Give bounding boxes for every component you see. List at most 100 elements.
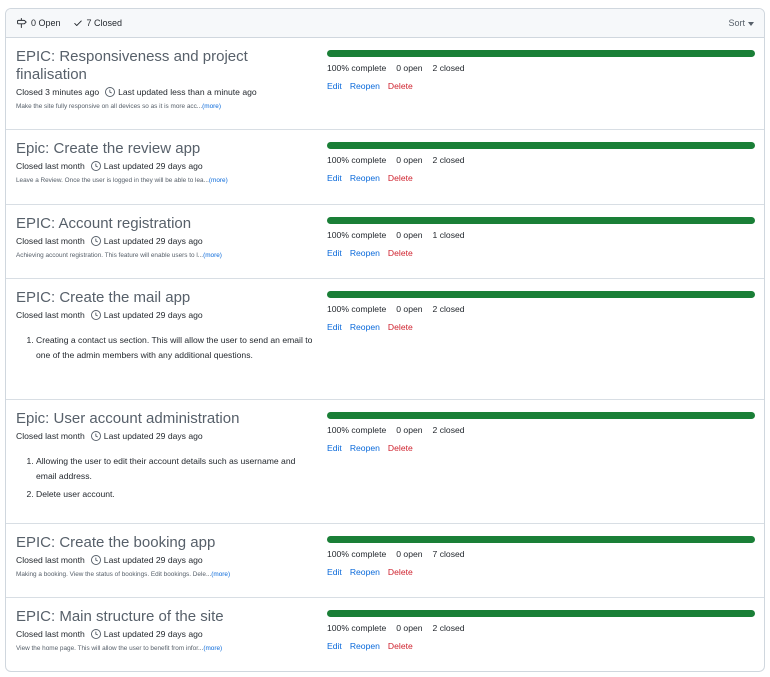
milestone-actions: Edit Reopen Delete	[327, 443, 755, 453]
milestone-meta: Closed last month Last updated 29 days ag…	[16, 310, 316, 320]
milestone-row: Epic: User account administration Closed …	[6, 400, 764, 524]
percent-complete: 100% complete	[327, 63, 387, 73]
last-updated: Last updated 29 days ago	[103, 310, 203, 320]
progress-bar	[327, 142, 755, 149]
edit-link[interactable]: Edit	[327, 173, 342, 183]
progress-bar	[327, 50, 755, 57]
milestone-description: Leave a Review. Once the user is logged …	[16, 177, 316, 184]
milestone-row: EPIC: Main structure of the site Closed l…	[6, 598, 764, 671]
edit-link[interactable]: Edit	[327, 81, 342, 91]
reopen-link[interactable]: Reopen	[350, 173, 380, 183]
edit-link[interactable]: Edit	[327, 443, 342, 453]
description-text: View the home page. This will allow the …	[16, 645, 204, 652]
milestone-meta: Closed last month Last updated 29 days ag…	[16, 236, 316, 246]
delete-link[interactable]: Delete	[388, 173, 413, 183]
milestone-title-link[interactable]: EPIC: Account registration	[16, 215, 316, 233]
edit-link[interactable]: Edit	[327, 248, 342, 258]
milestone-title-link[interactable]: Epic: User account administration	[16, 410, 316, 428]
milestone-title-link[interactable]: EPIC: Create the mail app	[16, 289, 316, 307]
open-filter-link[interactable]: 0 Open	[16, 18, 61, 28]
description-list-item: Delete user account.	[36, 487, 316, 502]
milestones-box: 0 Open 7 Closed Sort EPIC: Responsivenes…	[5, 8, 765, 672]
milestone-actions: Edit Reopen Delete	[327, 248, 755, 258]
milestone-actions: Edit Reopen Delete	[327, 322, 755, 332]
clock-icon	[90, 555, 101, 565]
progress-bar	[327, 412, 755, 419]
open-count: 0 open	[396, 425, 423, 435]
open-count: 0 open	[396, 63, 423, 73]
progress-stats: 100% complete 0 open 7 closed	[327, 549, 755, 559]
milestone-description: Achieving account registration. This fea…	[16, 252, 316, 259]
reopen-link[interactable]: Reopen	[350, 81, 380, 91]
milestone-meta: Closed last month Last updated 29 days ag…	[16, 629, 316, 639]
reopen-link[interactable]: Reopen	[350, 641, 380, 651]
more-link[interactable]: (more)	[202, 103, 221, 110]
closed-time: Closed last month	[16, 236, 85, 246]
milestone-description: Make the site fully responsive on all de…	[16, 103, 316, 110]
closed-count: 2 closed	[432, 425, 465, 435]
last-updated: Last updated 29 days ago	[103, 431, 203, 441]
description-text: Leave a Review. Once the user is logged …	[16, 177, 209, 184]
milestone-description: View the home page. This will allow the …	[16, 645, 316, 652]
delete-link[interactable]: Delete	[388, 248, 413, 258]
closed-filter-link[interactable]: 7 Closed	[73, 18, 123, 28]
clock-icon	[90, 310, 101, 320]
open-count: 0 open	[396, 549, 423, 559]
delete-link[interactable]: Delete	[388, 443, 413, 453]
more-link[interactable]: (more)	[203, 252, 222, 259]
caret-down-icon	[748, 18, 754, 28]
open-filter-label: 0 Open	[31, 18, 61, 28]
percent-complete: 100% complete	[327, 425, 387, 435]
edit-link[interactable]: Edit	[327, 641, 342, 651]
milestone-row: EPIC: Create the booking app Closed last …	[6, 524, 764, 598]
milestone-icon	[16, 18, 27, 28]
open-count: 0 open	[396, 304, 423, 314]
milestone-description-list: Creating a contact us section. This will…	[16, 333, 316, 363]
progress-stats: 100% complete 0 open 2 closed	[327, 425, 755, 435]
percent-complete: 100% complete	[327, 549, 387, 559]
closed-count: 2 closed	[432, 304, 465, 314]
closed-time: Closed last month	[16, 555, 85, 565]
milestones-header: 0 Open 7 Closed Sort	[6, 9, 764, 38]
milestone-actions: Edit Reopen Delete	[327, 81, 755, 91]
last-updated: Last updated 29 days ago	[103, 555, 203, 565]
more-link[interactable]: (more)	[209, 177, 228, 184]
last-updated: Last updated 29 days ago	[103, 629, 203, 639]
delete-link[interactable]: Delete	[388, 322, 413, 332]
progress-stats: 100% complete 0 open 2 closed	[327, 304, 755, 314]
description-list-item: Creating a contact us section. This will…	[36, 333, 316, 363]
milestone-meta: Closed last month Last updated 29 days ag…	[16, 431, 316, 441]
milestone-row: EPIC: Account registration Closed last mo…	[6, 205, 764, 279]
description-text: Make the site fully responsive on all de…	[16, 103, 203, 110]
edit-link[interactable]: Edit	[327, 567, 342, 577]
sort-dropdown[interactable]: Sort	[728, 18, 754, 28]
closed-time: Closed last month	[16, 310, 85, 320]
progress-stats: 100% complete 0 open 2 closed	[327, 623, 755, 633]
clock-icon	[90, 236, 101, 246]
edit-link[interactable]: Edit	[327, 322, 342, 332]
percent-complete: 100% complete	[327, 304, 387, 314]
description-text: Making a booking. View the status of boo…	[16, 571, 212, 578]
milestone-title-link[interactable]: EPIC: Create the booking app	[16, 534, 316, 552]
milestone-description-list: Allowing the user to edit their account …	[16, 454, 316, 502]
clock-icon	[90, 629, 101, 639]
reopen-link[interactable]: Reopen	[350, 322, 380, 332]
reopen-link[interactable]: Reopen	[350, 443, 380, 453]
milestone-title-link[interactable]: Epic: Create the review app	[16, 140, 316, 158]
reopen-link[interactable]: Reopen	[350, 248, 380, 258]
open-count: 0 open	[396, 623, 423, 633]
clock-icon	[90, 431, 101, 441]
milestone-description: Making a booking. View the status of boo…	[16, 571, 316, 578]
more-link[interactable]: (more)	[211, 571, 230, 578]
progress-stats: 100% complete 0 open 2 closed	[327, 155, 755, 165]
reopen-link[interactable]: Reopen	[350, 567, 380, 577]
milestone-title-link[interactable]: EPIC: Responsiveness and project finalis…	[16, 48, 316, 84]
progress-stats: 100% complete 0 open 1 closed	[327, 230, 755, 240]
description-text: Achieving account registration. This fea…	[16, 252, 204, 259]
more-link[interactable]: (more)	[203, 645, 222, 652]
delete-link[interactable]: Delete	[388, 81, 413, 91]
delete-link[interactable]: Delete	[388, 567, 413, 577]
closed-filter-label: 7 Closed	[86, 18, 123, 28]
milestone-title-link[interactable]: EPIC: Main structure of the site	[16, 608, 316, 626]
delete-link[interactable]: Delete	[388, 641, 413, 651]
